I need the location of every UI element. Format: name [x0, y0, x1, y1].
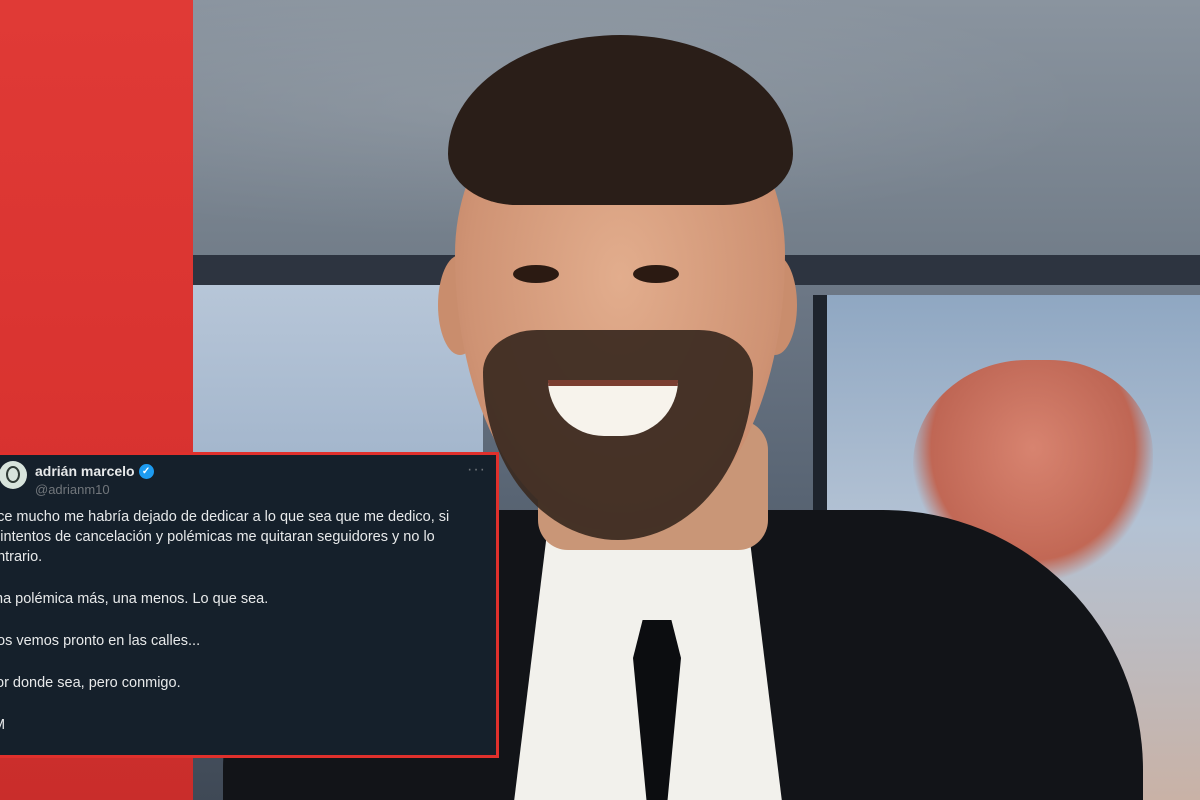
tweet-card: adrián marcelo ✓ @adrianm10 ··· ace much… — [0, 452, 499, 758]
more-options-icon[interactable]: ··· — [467, 461, 486, 479]
user-handle[interactable]: @adrianm10 — [35, 482, 110, 497]
tweet-paragraph: M — [0, 715, 486, 735]
tweet-paragraph: ace mucho me habría dejado de dedicar a … — [0, 509, 450, 565]
avatar[interactable] — [0, 461, 27, 489]
tweet-header: adrián marcelo ✓ @adrianm10 ··· — [0, 455, 496, 503]
tweet-text: ace mucho me habría dejado de dedicar a … — [0, 507, 486, 757]
tweet-paragraph: os vemos pronto en las calles... — [0, 633, 201, 649]
person-eye-left — [513, 265, 559, 283]
tweet-paragraph: na polémica más, una menos. Lo que sea. — [0, 591, 269, 607]
name-row: adrián marcelo ✓ — [35, 462, 154, 480]
verified-badge-icon: ✓ — [138, 463, 154, 479]
display-name[interactable]: adrián marcelo — [35, 463, 135, 479]
person-eye-right — [633, 265, 679, 283]
avatar-face-icon — [6, 466, 20, 483]
tweet-paragraph: or donde sea, pero conmigo. — [0, 675, 181, 691]
